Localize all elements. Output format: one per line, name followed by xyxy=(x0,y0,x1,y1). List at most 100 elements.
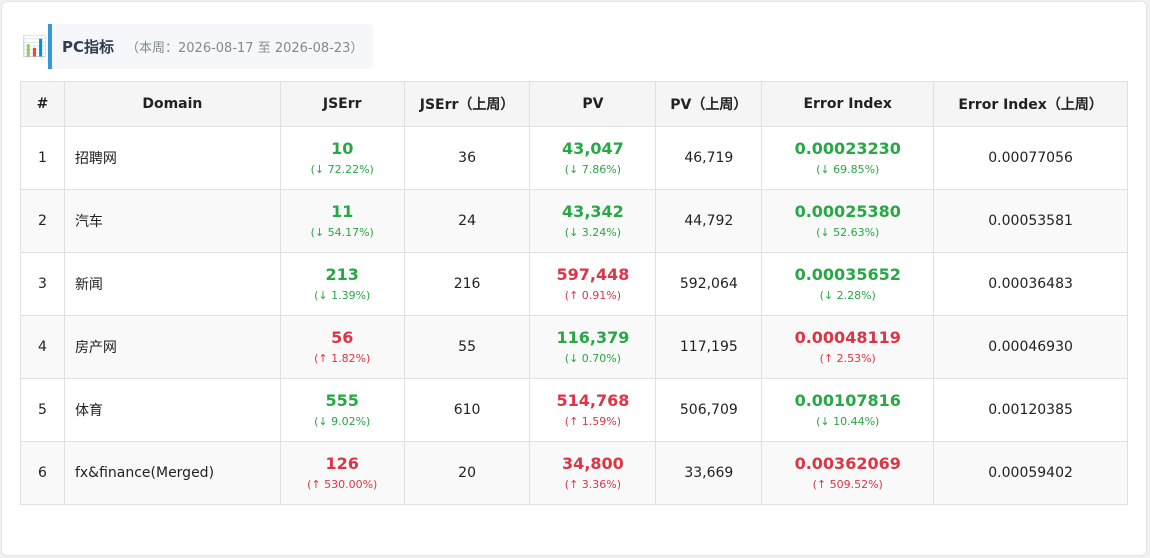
metrics-table: # Domain JSErr JSErr（上周） PV PV（上周） Error… xyxy=(20,81,1128,505)
report-header: 📊 PC指标 （本周：2026-08-17 至 2026-08-23） xyxy=(22,23,374,69)
cell-error-index-value: 0.00023230 xyxy=(794,139,901,158)
cell-jserr-change: (↓ 9.02%) xyxy=(314,415,371,428)
cell-jserr: 126 (↑ 530.00%) xyxy=(279,441,405,505)
cell-error-index-change: (↑ 509.52%) xyxy=(812,478,883,491)
cell-pv-change: (↓ 7.86%) xyxy=(564,163,622,176)
cell-pv: 34,800 (↑ 3.36%) xyxy=(529,441,657,505)
table-header-row: # Domain JSErr JSErr（上周） PV PV（上周） Error… xyxy=(20,81,1128,127)
cell-error-index-prev: 0.00046930 xyxy=(933,315,1128,379)
cell-error-index-change: (↓ 69.85%) xyxy=(816,163,880,176)
title-box: PC指标 （本周：2026-08-17 至 2026-08-23） xyxy=(48,23,374,69)
table-row: 2 汽车 11 (↓ 54.17%) 24 43,342 (↓ 3.24%) 44,792 0.… xyxy=(20,189,1128,253)
cell-error-index-prev: 0.00120385 xyxy=(933,378,1128,442)
cell-index: 1 xyxy=(20,126,65,190)
cell-pv-change: (↑ 0.91%) xyxy=(564,289,622,302)
cell-pv: 43,047 (↓ 7.86%) xyxy=(529,126,657,190)
cell-jserr-change: (↓ 72.22%) xyxy=(310,163,374,176)
chart-icon: 📊 xyxy=(22,34,47,58)
col-header-error-index-prev: Error Index（上周） xyxy=(933,81,1128,127)
cell-domain: fx&finance(Merged) xyxy=(63,441,281,505)
cell-jserr-change: (↑ 530.00%) xyxy=(307,478,378,491)
cell-error-index-value: 0.00035652 xyxy=(794,265,901,284)
cell-pv: 43,342 (↓ 3.24%) xyxy=(529,189,657,253)
cell-pv: 514,768 (↑ 1.59%) xyxy=(529,378,657,442)
cell-pv-prev: 592,064 xyxy=(655,252,763,316)
cell-jserr-prev: 20 xyxy=(403,441,531,505)
col-header-pv-prev: PV（上周） xyxy=(655,81,763,127)
cell-error-index-value: 0.00107816 xyxy=(794,391,901,410)
cell-jserr-prev: 36 xyxy=(403,126,531,190)
cell-domain: 招聘网 xyxy=(63,126,281,190)
cell-jserr-prev: 610 xyxy=(403,378,531,442)
cell-jserr-change: (↓ 54.17%) xyxy=(310,226,374,239)
cell-pv-prev: 117,195 xyxy=(655,315,763,379)
cell-jserr-change: (↓ 1.39%) xyxy=(314,289,371,302)
date-range: （本周：2026-08-17 至 2026-08-23） xyxy=(126,40,364,56)
cell-jserr: 213 (↓ 1.39%) xyxy=(279,252,405,316)
cell-jserr-change: (↑ 1.82%) xyxy=(314,352,371,365)
cell-error-index: 0.00035652 (↓ 2.28%) xyxy=(761,252,935,316)
cell-error-index: 0.00107816 (↓ 10.44%) xyxy=(761,378,935,442)
cell-error-index-change: (↑ 2.53%) xyxy=(819,352,876,365)
cell-error-index-prev: 0.00059402 xyxy=(933,441,1128,505)
cell-pv: 116,379 (↓ 0.70%) xyxy=(529,315,657,379)
cell-pv-prev: 33,669 xyxy=(655,441,763,505)
cell-pv-change: (↑ 3.36%) xyxy=(564,478,622,491)
cell-pv-change: (↓ 0.70%) xyxy=(564,352,622,365)
cell-jserr-value: 213 xyxy=(325,265,359,284)
page-title: PC指标 xyxy=(62,37,115,56)
col-header-domain: Domain xyxy=(63,81,281,127)
cell-jserr-prev: 216 xyxy=(403,252,531,316)
cell-pv: 597,448 (↑ 0.91%) xyxy=(529,252,657,316)
cell-jserr-prev: 24 xyxy=(403,189,531,253)
cell-error-index-value: 0.00025380 xyxy=(794,202,901,221)
cell-jserr-value: 56 xyxy=(331,328,354,347)
cell-error-index: 0.00048119 (↑ 2.53%) xyxy=(761,315,935,379)
cell-pv-value: 34,800 xyxy=(562,454,624,473)
cell-error-index-prev: 0.00077056 xyxy=(933,126,1128,190)
cell-error-index-value: 0.00362069 xyxy=(794,454,901,473)
table-body: 1 招聘网 10 (↓ 72.22%) 36 43,047 (↓ 7.86%) 46,719 0… xyxy=(20,126,1128,505)
cell-error-index-prev: 0.00036483 xyxy=(933,252,1128,316)
table-row: 3 新闻 213 (↓ 1.39%) 216 597,448 (↑ 0.91%) 592,06… xyxy=(20,252,1128,316)
cell-pv-value: 43,342 xyxy=(562,202,624,221)
cell-index: 6 xyxy=(20,441,65,505)
cell-pv-value: 43,047 xyxy=(562,139,624,158)
col-header-error-index: Error Index xyxy=(761,81,935,127)
cell-error-index: 0.00023230 (↓ 69.85%) xyxy=(761,126,935,190)
cell-error-index: 0.00025380 (↓ 52.63%) xyxy=(761,189,935,253)
cell-domain: 体育 xyxy=(63,378,281,442)
cell-index: 2 xyxy=(20,189,65,253)
cell-domain: 汽车 xyxy=(63,189,281,253)
cell-jserr-value: 555 xyxy=(325,391,359,410)
cell-jserr-value: 126 xyxy=(325,454,359,473)
table-row: 5 体育 555 (↓ 9.02%) 610 514,768 (↑ 1.59%) 506,70… xyxy=(20,378,1128,442)
cell-index: 4 xyxy=(20,315,65,379)
cell-pv-change: (↑ 1.59%) xyxy=(564,415,622,428)
cell-index: 5 xyxy=(20,378,65,442)
cell-error-index-prev: 0.00053581 xyxy=(933,189,1128,253)
cell-pv-prev: 46,719 xyxy=(655,126,763,190)
cell-domain: 房产网 xyxy=(63,315,281,379)
cell-jserr: 555 (↓ 9.02%) xyxy=(279,378,405,442)
col-header-index: # xyxy=(20,81,65,127)
cell-jserr-value: 10 xyxy=(331,139,354,158)
cell-pv-change: (↓ 3.24%) xyxy=(564,226,622,239)
cell-jserr: 10 (↓ 72.22%) xyxy=(279,126,405,190)
cell-error-index-change: (↓ 52.63%) xyxy=(816,226,880,239)
col-header-jserr-prev: JSErr（上周） xyxy=(403,81,531,127)
table-row: 1 招聘网 10 (↓ 72.22%) 36 43,047 (↓ 7.86%) 46,719 0… xyxy=(20,126,1128,190)
cell-jserr: 56 (↑ 1.82%) xyxy=(279,315,405,379)
cell-error-index-value: 0.00048119 xyxy=(794,328,901,347)
cell-error-index: 0.00362069 (↑ 509.52%) xyxy=(761,441,935,505)
cell-pv-value: 597,448 xyxy=(556,265,630,284)
cell-jserr-value: 11 xyxy=(331,202,354,221)
table-row: 6 fx&finance(Merged) 126 (↑ 530.00%) 20 34,80… xyxy=(20,441,1128,505)
cell-jserr-prev: 55 xyxy=(403,315,531,379)
cell-pv-value: 116,379 xyxy=(556,328,630,347)
cell-domain: 新闻 xyxy=(63,252,281,316)
col-header-pv: PV xyxy=(529,81,657,127)
cell-pv-prev: 44,792 xyxy=(655,189,763,253)
cell-jserr: 11 (↓ 54.17%) xyxy=(279,189,405,253)
table-row: 4 房产网 56 (↑ 1.82%) 55 116,379 (↓ 0.70%) 117,195… xyxy=(20,315,1128,379)
